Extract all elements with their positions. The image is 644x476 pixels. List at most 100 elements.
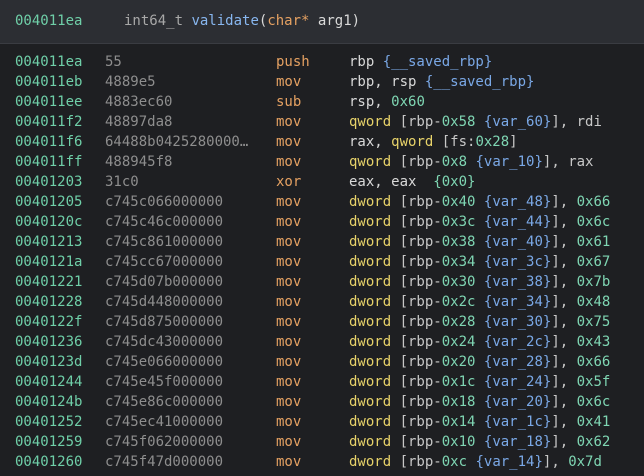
instruction-row[interactable]: 00401228 c745d448000000 mov dword [rbp-0x2c… bbox=[0, 292, 644, 312]
instruction-address[interactable]: 004011f6 bbox=[15, 132, 82, 152]
instruction-address[interactable]: 00401244 bbox=[15, 372, 82, 392]
instruction-mnemonic: mov bbox=[276, 434, 302, 450]
instruction-operands: dword [rbp-0x14 {var_1c}], 0x41 bbox=[349, 412, 610, 432]
variable-token[interactable]: {var_18} bbox=[484, 434, 551, 450]
instruction-address[interactable]: 00401205 bbox=[15, 192, 82, 212]
variable-token[interactable]: {var_3c} bbox=[484, 254, 551, 270]
variable-token[interactable]: {var_48} bbox=[484, 194, 551, 210]
operand-token: 0x28 bbox=[475, 134, 510, 150]
instruction-row[interactable]: 00401221 c745d07b000000 mov dword [rbp-0x30… bbox=[0, 272, 644, 292]
variable-token[interactable]: {var_44} bbox=[484, 214, 551, 230]
instruction-row[interactable]: 004011ea 55 push rbp {__saved_rbp} bbox=[0, 52, 644, 72]
variable-token[interactable]: {var_10} bbox=[475, 154, 542, 170]
operand-token: 0x3c bbox=[441, 214, 476, 230]
operand-token: dword bbox=[349, 454, 400, 470]
instruction-row[interactable]: 0040121a c745cc67000000 mov dword [rbp-0x34… bbox=[0, 252, 644, 272]
instruction-row[interactable]: 0040124b c745e86c000000 mov dword [rbp-0x18… bbox=[0, 392, 644, 412]
instruction-row[interactable]: 00401244 c745e45f000000 mov dword [rbp-0x1c… bbox=[0, 372, 644, 392]
instruction-row[interactable]: 0040122f c745d875000000 mov dword [rbp-0x28… bbox=[0, 312, 644, 332]
operand-token: 0x43 bbox=[576, 334, 611, 350]
instruction-address[interactable]: 0040122f bbox=[15, 312, 82, 332]
instruction-operands: rbp {__saved_rbp} bbox=[349, 52, 492, 72]
operand-token: rsp, bbox=[349, 94, 392, 110]
instruction-address[interactable]: 0040120c bbox=[15, 212, 82, 232]
operand-token: 0x14 bbox=[441, 414, 476, 430]
variable-token[interactable]: {var_40} bbox=[484, 234, 551, 250]
instruction-operands: dword [rbp-0x1c {var_24}], 0x5f bbox=[349, 372, 610, 392]
instruction-address[interactable]: 00401259 bbox=[15, 432, 82, 452]
instruction-address[interactable]: 004011ee bbox=[15, 92, 82, 112]
instruction-address[interactable]: 004011ea bbox=[15, 52, 82, 72]
instruction-address[interactable]: 00401260 bbox=[15, 452, 82, 472]
operand-token: 0x28 bbox=[441, 314, 476, 330]
operand-token: ], bbox=[551, 394, 577, 410]
operand-token: ], bbox=[551, 234, 577, 250]
variable-token[interactable]: {var_28} bbox=[484, 354, 551, 370]
instruction-address[interactable]: 00401236 bbox=[15, 332, 82, 352]
variable-token[interactable]: {var_60} bbox=[484, 114, 551, 130]
operand-token: 0x67 bbox=[576, 254, 611, 270]
instruction-operands: dword [rbp-0x2c {var_34}], 0x48 bbox=[349, 292, 610, 312]
operand-token: 0x41 bbox=[576, 414, 611, 430]
instruction-mnemonic: mov bbox=[276, 414, 302, 430]
variable-token[interactable]: {var_34} bbox=[484, 294, 551, 310]
variable-token[interactable]: {var_30} bbox=[484, 314, 551, 330]
instruction-mnemonic: mov bbox=[276, 74, 302, 90]
operand-token: [rbp- bbox=[399, 334, 442, 350]
operand-token bbox=[475, 374, 483, 390]
instruction-row[interactable]: 004011ee 4883ec60 sub rsp, 0x60 bbox=[0, 92, 644, 112]
instruction-row[interactable]: 00401236 c745dc43000000 mov dword [rbp-0x24… bbox=[0, 332, 644, 352]
operand-token: ], bbox=[551, 194, 577, 210]
function-address[interactable]: 004011ea bbox=[15, 13, 82, 29]
operand-token: eax, eax bbox=[349, 174, 434, 190]
instruction-address[interactable]: 00401213 bbox=[15, 232, 82, 252]
instruction-operands: qword [rbp-0x58 {var_60}], rdi bbox=[349, 112, 602, 132]
instruction-address[interactable]: 004011eb bbox=[15, 72, 82, 92]
instruction-mnemonic: mov bbox=[276, 254, 302, 270]
instruction-address[interactable]: 004011f2 bbox=[15, 112, 82, 132]
instruction-address[interactable]: 00401203 bbox=[15, 172, 82, 192]
variable-token[interactable]: {__saved_rbp} bbox=[425, 74, 535, 90]
variable-token[interactable]: {var_14} bbox=[475, 454, 542, 470]
variable-token[interactable]: {var_38} bbox=[484, 274, 551, 290]
operand-token: dword bbox=[349, 334, 400, 350]
operand-token: dword bbox=[349, 234, 400, 250]
instruction-row[interactable]: 00401213 c745c861000000 mov dword [rbp-0x38… bbox=[0, 232, 644, 252]
variable-token[interactable]: {__saved_rbp} bbox=[383, 54, 493, 70]
instruction-row[interactable]: 004011eb 4889e5 mov rbp, rsp {__saved_rbp} bbox=[0, 72, 644, 92]
instruction-bytes: c745d875000000 bbox=[105, 314, 224, 330]
operand-token: dword bbox=[349, 214, 400, 230]
instruction-operands: eax, eax {0x0} bbox=[349, 172, 475, 192]
instruction-row[interactable]: 004011f6 64488b0425280000… mov rax, qword [… bbox=[0, 132, 644, 152]
variable-token[interactable]: {var_24} bbox=[484, 374, 551, 390]
operand-token: 0x66 bbox=[576, 194, 611, 210]
variable-token[interactable]: {var_20} bbox=[484, 394, 551, 410]
instruction-address[interactable]: 00401228 bbox=[15, 292, 82, 312]
instruction-address[interactable]: 0040124b bbox=[15, 392, 82, 412]
variable-token[interactable]: {var_1c} bbox=[484, 414, 551, 430]
instruction-row[interactable]: 00401252 c745ec41000000 mov dword [rbp-0x14… bbox=[0, 412, 644, 432]
instruction-row[interactable]: 004011ff 488945f8 mov qword [rbp-0x8 {var_1… bbox=[0, 152, 644, 172]
instruction-row[interactable]: 004011f2 48897da8 mov qword [rbp-0x58 {var_… bbox=[0, 112, 644, 132]
variable-token[interactable]: {var_2c} bbox=[484, 334, 551, 350]
function-name[interactable]: validate bbox=[191, 13, 258, 29]
instruction-operands: dword [rbp-0x20 {var_28}], 0x66 bbox=[349, 352, 610, 372]
instruction-address[interactable]: 0040121a bbox=[15, 252, 82, 272]
instruction-row[interactable]: 0040120c c745c46c000000 mov dword [rbp-0x3c… bbox=[0, 212, 644, 232]
function-signature[interactable]: int64_t validate(char* arg1) bbox=[124, 13, 360, 29]
instruction-mnemonic: mov bbox=[276, 374, 302, 390]
instruction-address[interactable]: 004011ff bbox=[15, 152, 82, 172]
instruction-address[interactable]: 00401221 bbox=[15, 272, 82, 292]
instruction-row[interactable]: 00401203 31c0 xor eax, eax {0x0} bbox=[0, 172, 644, 192]
instruction-row[interactable]: 00401205 c745c066000000 mov dword [rbp-0x40… bbox=[0, 192, 644, 212]
instruction-bytes: 31c0 bbox=[105, 174, 139, 190]
instruction-address[interactable]: 00401252 bbox=[15, 412, 82, 432]
instruction-row[interactable]: 00401259 c745f062000000 mov dword [rbp-0x10… bbox=[0, 432, 644, 452]
instruction-address[interactable]: 0040123d bbox=[15, 352, 82, 372]
operand-token: ], rdi bbox=[551, 114, 602, 130]
operand-token: [rbp- bbox=[399, 194, 442, 210]
instruction-row[interactable]: 00401260 c745f47d000000 mov dword [rbp-0xc … bbox=[0, 452, 644, 472]
operand-token: dword bbox=[349, 314, 400, 330]
operand-token: 0x38 bbox=[441, 234, 476, 250]
instruction-row[interactable]: 0040123d c745e066000000 mov dword [rbp-0x20… bbox=[0, 352, 644, 372]
